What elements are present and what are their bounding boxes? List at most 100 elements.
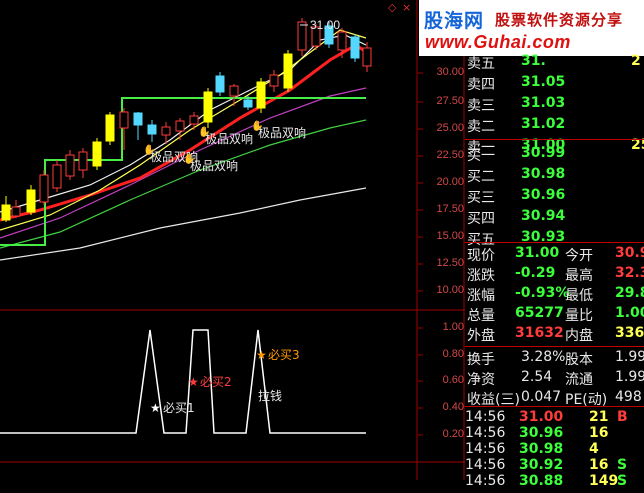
bid-price: 30.94 — [521, 208, 566, 224]
tick-price: 30.88 — [519, 473, 564, 489]
candle-body — [229, 85, 239, 97]
buy-signal-3-star: ★ — [256, 348, 267, 362]
quote-label: 涨幅 — [467, 288, 495, 304]
buy-signal-2-label: 必买2 — [200, 375, 232, 389]
candlestick — [297, 18, 307, 56]
panel-divider — [465, 406, 644, 407]
ask-price: 31.02 — [521, 116, 566, 132]
candlestick — [350, 34, 360, 62]
candle-body — [297, 21, 307, 51]
bid-level-label: 买一 — [467, 148, 495, 164]
bid-row: 买二 30.98 — [465, 165, 644, 186]
candle-body — [78, 151, 88, 171]
quote-value: 1.00 — [615, 305, 644, 321]
panel-divider — [465, 346, 644, 347]
hand-icon: ✋ — [183, 152, 195, 165]
candle-body — [105, 114, 115, 142]
candlestick — [283, 50, 293, 92]
candle-body — [26, 189, 36, 213]
candle-body — [119, 111, 129, 129]
buy-signal-1-star: ★ — [150, 401, 161, 415]
price-tick-label: 12.50 — [436, 257, 464, 269]
candle-body — [52, 164, 62, 189]
site-url[interactable]: www.Guhai.com — [425, 32, 571, 53]
signal-label: 极品双响 — [205, 131, 253, 146]
tick-flag: S — [617, 473, 628, 489]
candle-body — [283, 53, 293, 89]
quote-label: 最低 — [565, 288, 593, 304]
pull-money-label: 拉钱 — [258, 388, 282, 403]
tick-price: 30.96 — [519, 425, 564, 441]
candle-body — [1, 204, 11, 221]
fund-value: 2.54 — [521, 369, 553, 385]
quote-label: 量比 — [565, 308, 593, 324]
quote-value: 3364 — [615, 325, 644, 341]
quote-label: 总量 — [467, 308, 495, 324]
quote-value: 32.3 — [615, 265, 644, 281]
tick-volume: 149 — [589, 473, 619, 489]
quote-label: 今开 — [565, 248, 593, 264]
tick-time: 14:56 — [465, 441, 506, 457]
candlestick — [11, 200, 21, 218]
candlestick — [133, 112, 143, 140]
close-icon[interactable]: × — [402, 1, 411, 14]
candle-body — [161, 126, 171, 136]
sub-tick-label: 0.20 — [442, 428, 464, 440]
fund-value: 1.99 — [615, 349, 644, 365]
site-banner: 股海网 股票软件资源分享 www.Guhai.com — [419, 0, 644, 56]
small-diamond-icon[interactable]: ◇ — [388, 1, 396, 14]
panel-divider — [465, 242, 644, 243]
candlestick — [52, 160, 62, 192]
price-tick-label: 22.50 — [436, 149, 464, 161]
signal-wave-line — [0, 329, 366, 434]
quote-value: 65277 — [515, 305, 564, 321]
bid-price: 30.96 — [521, 187, 566, 203]
price-tick-label: 20.00 — [436, 176, 464, 188]
ask-row: 卖四 31.05 — [465, 73, 644, 94]
quote-row: 总量 65277量比 1.00 — [465, 304, 644, 325]
ask-row: 卖三 31.03 — [465, 94, 644, 115]
candle-body — [189, 115, 199, 125]
candlestick — [362, 42, 372, 72]
tick-volume: 16 — [589, 457, 609, 473]
ask-price: 31.03 — [521, 95, 566, 111]
quote-row: 涨幅 -0.93%最低 29.8 — [465, 284, 644, 305]
ask-row: 卖五 31. 2 — [465, 52, 644, 73]
candlesticks[interactable] — [1, 18, 372, 222]
sub-tick-label: 0.40 — [442, 401, 464, 413]
signal-label: 极品双响 — [190, 158, 238, 173]
hand-icon: ✋ — [143, 143, 155, 156]
candle-body — [11, 206, 21, 217]
quote-value: 29.8 — [615, 285, 644, 301]
quote-row: 涨跌 -0.29 最高 32.3 — [465, 264, 644, 285]
candle-body — [215, 75, 225, 93]
fund-label: 换手 — [467, 352, 495, 368]
fund-row: 换手 3.28% 股本 1.99 — [465, 348, 644, 369]
ask-volume: 2 — [631, 53, 641, 69]
tick-row: 14:56 30.88 149 S — [465, 472, 644, 493]
candle-body — [362, 47, 372, 67]
quote-row: 现价 31.00 今开 30.9 — [465, 244, 644, 265]
fund-row: 净资 2.54 流通 1.99 — [465, 368, 644, 389]
quote-label: 现价 — [467, 248, 495, 264]
kline-chart[interactable]: 31.00极品双响✋极品双响✋极品双响✋ 极品双响✋ ★ 必买1★ 必买2★ 必买3拉钱 — [0, 0, 465, 480]
hand-icon: ✋ — [198, 125, 210, 138]
fund-value: 3.28% — [521, 349, 566, 365]
quote-label: 涨跌 — [467, 268, 495, 284]
quote-label: 最高 — [565, 268, 593, 284]
candle-body — [256, 81, 266, 109]
candlestick — [78, 148, 88, 178]
moving-average-lines — [0, 29, 367, 261]
tick-time: 14:56 — [465, 409, 506, 425]
tick-price: 30.98 — [519, 441, 564, 457]
price-tick-label: 10.00 — [436, 284, 464, 296]
price-tick-label: 15.00 — [436, 230, 464, 242]
sub-indicator-chart[interactable]: ★ 必买1★ 必买2★ 必买3拉钱 — [0, 329, 366, 434]
ma-white-line — [0, 187, 367, 261]
ask-level-label: 卖三 — [467, 98, 495, 114]
tick-price: 30.92 — [519, 457, 564, 473]
candlestick — [203, 88, 213, 128]
ask-level-label: 卖五 — [467, 56, 495, 72]
tick-time: 14:56 — [465, 473, 506, 489]
candlestick — [65, 150, 75, 180]
